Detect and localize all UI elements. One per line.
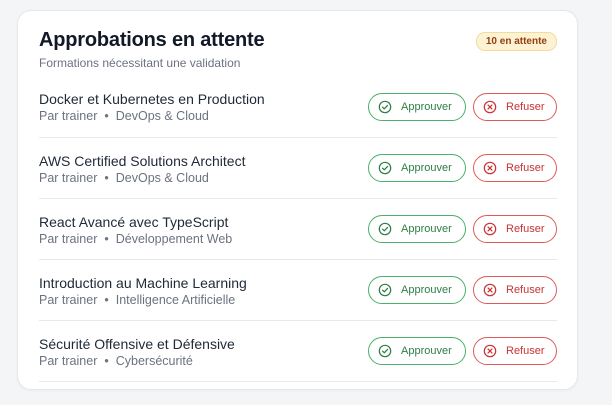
x-circle-icon — [483, 283, 497, 297]
reject-label: Refuser — [506, 284, 545, 296]
check-circle-icon — [378, 222, 392, 236]
course-meta: Par trainer • Intelligence Artificielle — [39, 293, 235, 307]
meta-separator: • — [104, 171, 109, 185]
course-title: Docker et Kubernetes en Production — [39, 91, 265, 107]
course-title: Introduction au Machine Learning — [39, 275, 247, 291]
course-author: Par trainer — [39, 232, 98, 246]
approve-label: Approuver — [401, 284, 452, 296]
course-title: AWS Certified Solutions Architect — [39, 153, 246, 169]
course-title: React Avancé avec TypeScript — [39, 214, 229, 230]
meta-separator: • — [104, 354, 109, 368]
pending-count-badge: 10 en attente — [475, 32, 557, 51]
row-actions: Approuver Refuser — [368, 337, 557, 365]
course-author: Par trainer — [39, 354, 98, 368]
reject-button[interactable]: Refuser — [473, 337, 557, 365]
list-item: Sécurité Offensive et Défensive Par trai… — [39, 321, 557, 382]
approve-label: Approuver — [401, 101, 452, 113]
approve-label: Approuver — [401, 162, 452, 174]
x-circle-icon — [483, 222, 497, 236]
list-item: Docker et Kubernetes en Production Par t… — [39, 78, 557, 138]
list-item: Introduction au Machine Learning Par tra… — [39, 260, 557, 321]
row-actions: Approuver Refuser — [368, 93, 557, 121]
approval-list: Docker et Kubernetes en Production Par t… — [39, 78, 557, 382]
course-meta: Par trainer • DevOps & Cloud — [39, 171, 209, 185]
course-author: Par trainer — [39, 109, 98, 123]
approve-label: Approuver — [401, 345, 452, 357]
reject-label: Refuser — [506, 162, 545, 174]
meta-separator: • — [104, 293, 109, 307]
row-actions: Approuver Refuser — [368, 276, 557, 304]
course-category: DevOps & Cloud — [115, 109, 209, 123]
course-category: DevOps & Cloud — [115, 171, 209, 185]
course-category: Cybersécurité — [115, 354, 193, 368]
course-meta: Par trainer • Développement Web — [39, 232, 232, 246]
reject-button[interactable]: Refuser — [473, 93, 557, 121]
card-subtitle: Formations nécessitant une validation — [39, 56, 241, 70]
approve-label: Approuver — [401, 223, 452, 235]
approve-button[interactable]: Approuver — [368, 215, 466, 243]
meta-separator: • — [104, 109, 109, 123]
approve-button[interactable]: Approuver — [368, 93, 466, 121]
approve-button[interactable]: Approuver — [368, 154, 466, 182]
list-item: React Avancé avec TypeScript Par trainer… — [39, 199, 557, 260]
check-circle-icon — [378, 100, 392, 114]
course-category: Développement Web — [115, 232, 233, 246]
x-circle-icon — [483, 161, 497, 175]
reject-button[interactable]: Refuser — [473, 154, 557, 182]
course-meta: Par trainer • Cybersécurité — [39, 354, 193, 368]
meta-separator: • — [104, 232, 109, 246]
row-actions: Approuver Refuser — [368, 154, 557, 182]
x-circle-icon — [483, 100, 497, 114]
reject-button[interactable]: Refuser — [473, 276, 557, 304]
course-title: Sécurité Offensive et Défensive — [39, 336, 235, 352]
row-actions: Approuver Refuser — [368, 215, 557, 243]
course-meta: Par trainer • DevOps & Cloud — [39, 109, 209, 123]
card-title: Approbations en attente — [39, 29, 265, 51]
pending-approvals-card: Approbations en attente Formations néces… — [17, 10, 578, 390]
reject-button[interactable]: Refuser — [473, 215, 557, 243]
reject-label: Refuser — [506, 223, 545, 235]
reject-label: Refuser — [506, 345, 545, 357]
check-circle-icon — [378, 344, 392, 358]
approve-button[interactable]: Approuver — [368, 276, 466, 304]
check-circle-icon — [378, 283, 392, 297]
course-author: Par trainer — [39, 293, 98, 307]
approve-button[interactable]: Approuver — [368, 337, 466, 365]
reject-label: Refuser — [506, 101, 545, 113]
course-author: Par trainer — [39, 171, 98, 185]
card-header: Approbations en attente Formations néces… — [39, 29, 557, 73]
course-category: Intelligence Artificielle — [115, 293, 236, 307]
list-item: AWS Certified Solutions Architect Par tr… — [39, 138, 557, 199]
check-circle-icon — [378, 161, 392, 175]
x-circle-icon — [483, 344, 497, 358]
